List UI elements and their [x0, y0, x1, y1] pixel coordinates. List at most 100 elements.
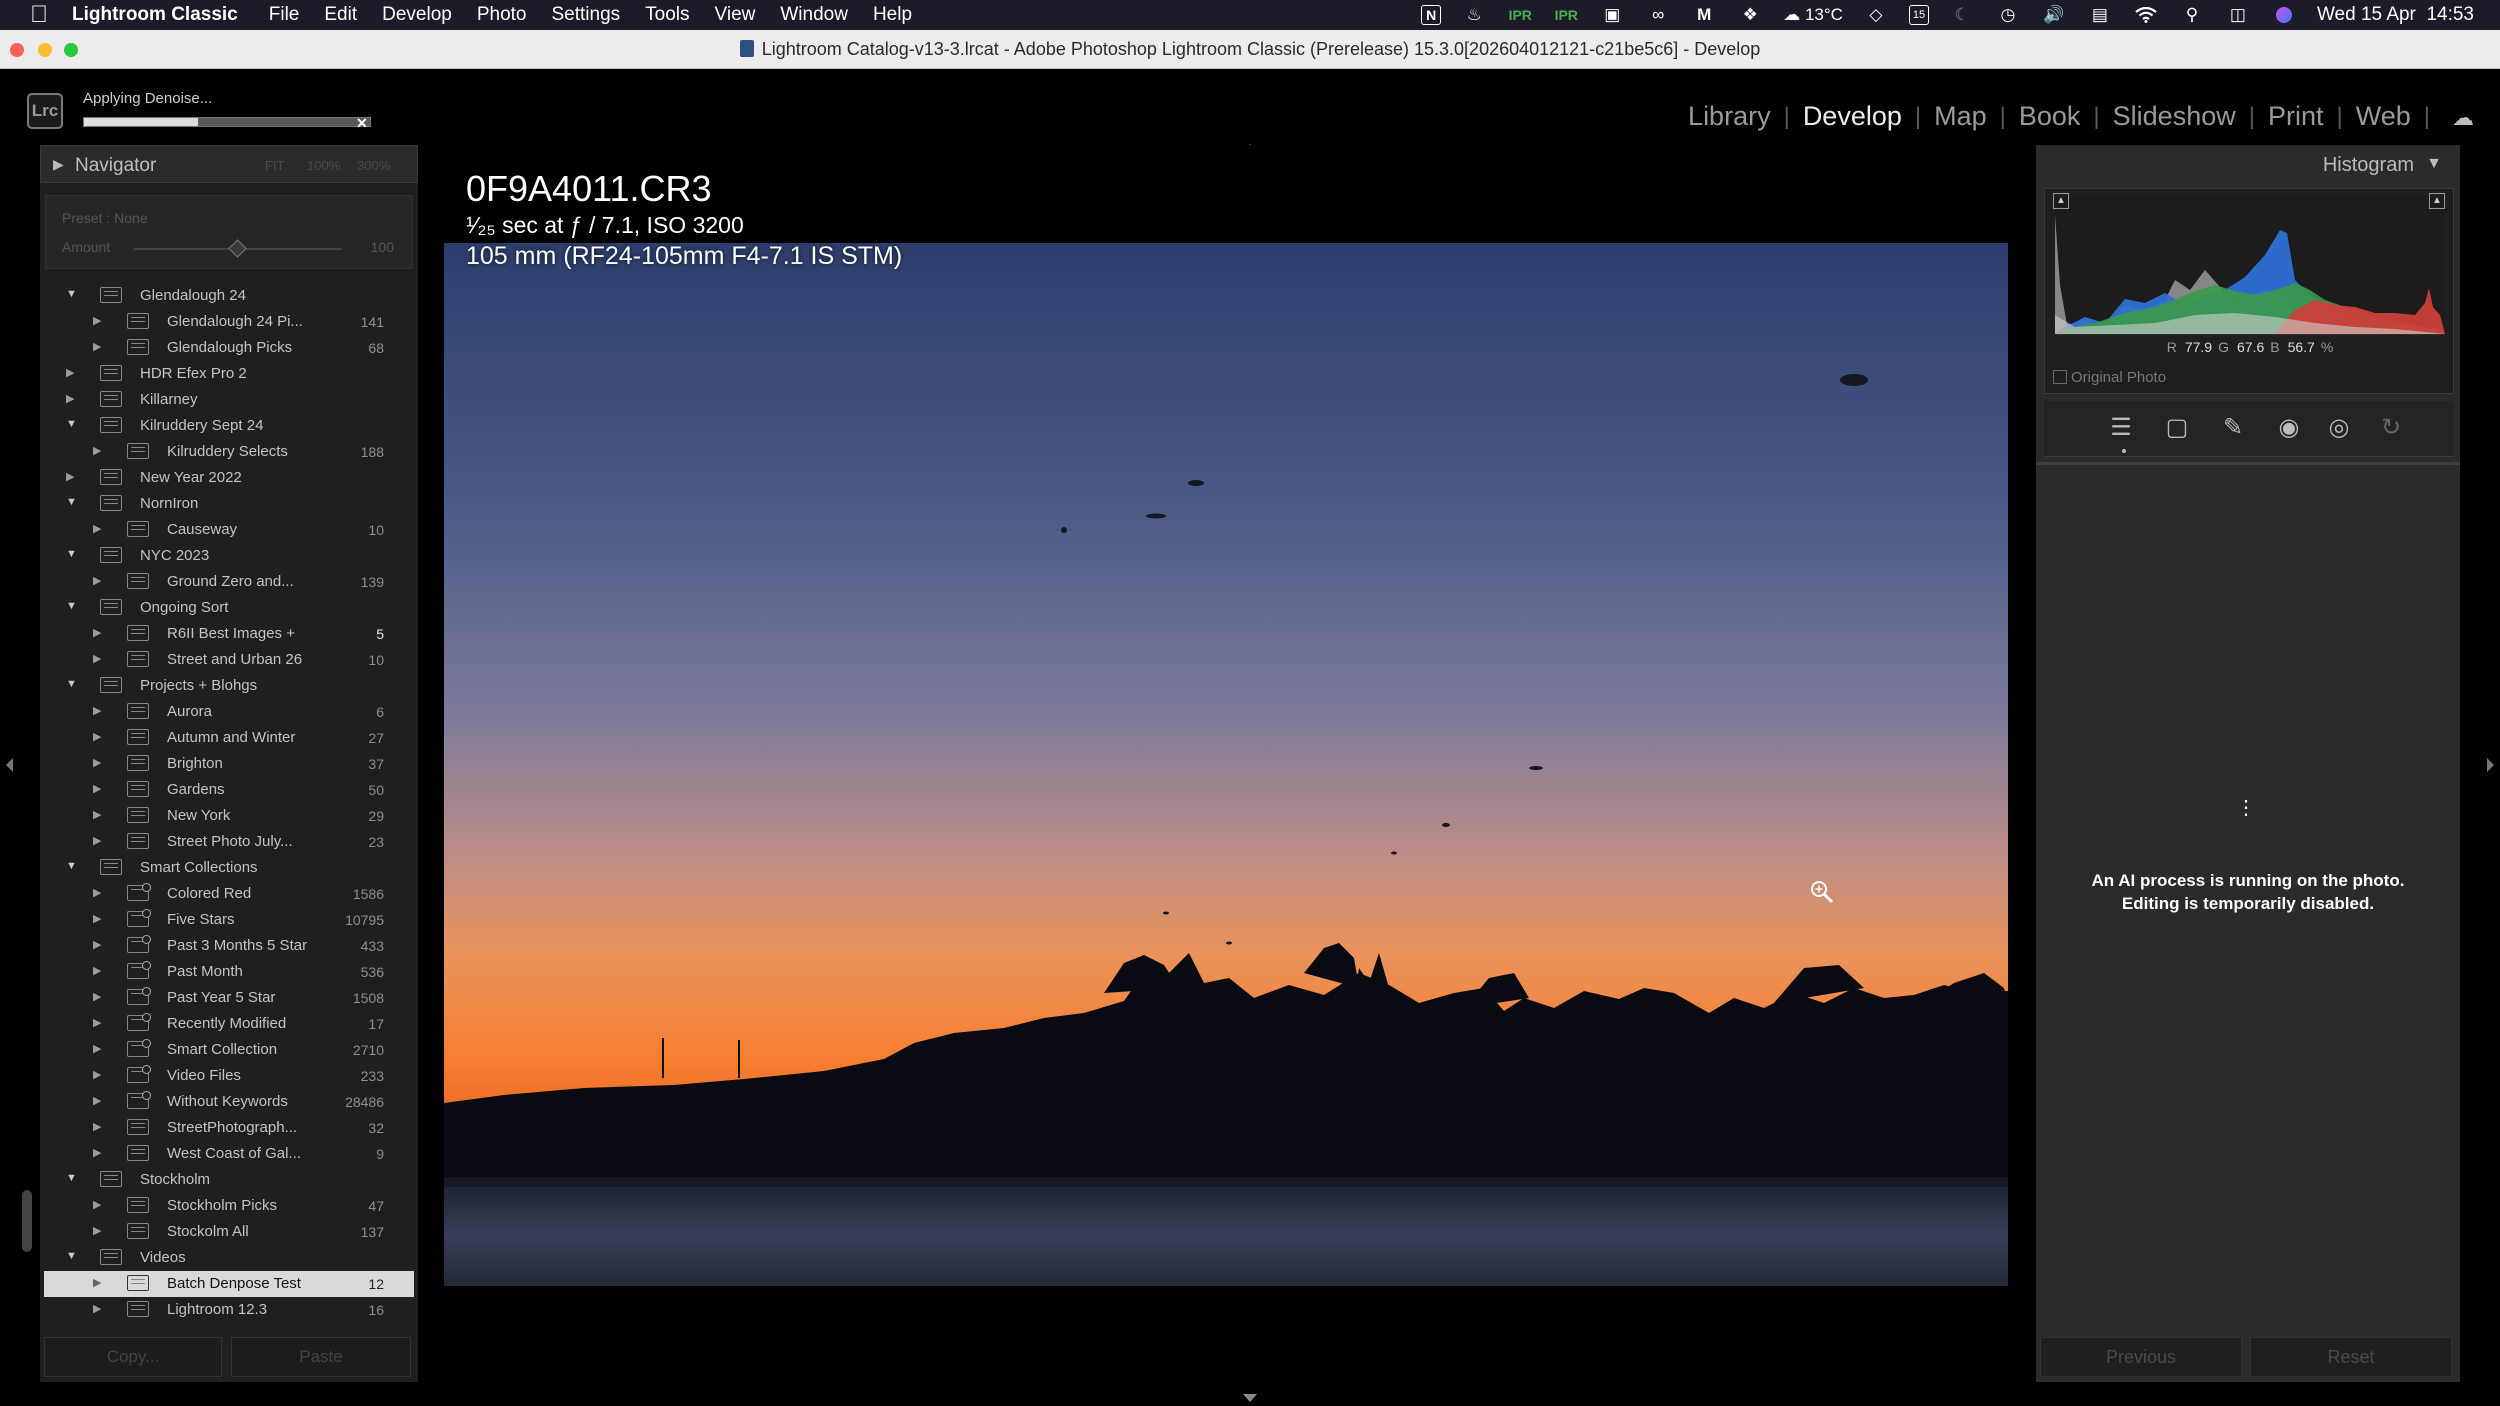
disclosure-open-icon[interactable]: ▼: [66, 418, 77, 430]
menu-tools[interactable]: Tools: [645, 4, 689, 26]
collection-row[interactable]: ▶ Video Files 233: [44, 1063, 414, 1089]
control-center-icon[interactable]: ◫: [2225, 4, 2251, 26]
collection-set-row[interactable]: ▶ Killarney: [44, 387, 414, 413]
collection-row[interactable]: ▶ Glendalough 24 Pi... 141: [44, 309, 414, 335]
collection-set-row[interactable]: ▼ Glendalough 24: [44, 283, 414, 309]
siri-icon[interactable]: [2271, 4, 2297, 26]
disclosure-closed-icon[interactable]: ▶: [93, 704, 101, 717]
crop-icon[interactable]: ▢: [2160, 413, 2194, 443]
disclosure-closed-icon[interactable]: ▶: [93, 1302, 101, 1315]
collection-row[interactable]: ▶ R6II Best Images + 5: [44, 621, 414, 647]
expand-triangle-icon[interactable]: ▶: [53, 156, 64, 173]
disclosure-closed-icon[interactable]: ▶: [93, 340, 101, 353]
adjust-icon[interactable]: ☰: [2104, 413, 2138, 443]
original-photo-checkbox[interactable]: [2053, 370, 2067, 384]
disclosure-closed-icon[interactable]: ▶: [93, 912, 101, 925]
disclosure-closed-icon[interactable]: ▶: [93, 1224, 101, 1237]
search-icon[interactable]: ⚲: [2179, 4, 2205, 26]
disclosure-open-icon[interactable]: ▼: [66, 860, 77, 872]
time-machine-icon[interactable]: ◷: [1995, 4, 2021, 26]
disclosure-open-icon[interactable]: ▼: [66, 678, 77, 690]
disclosure-open-icon[interactable]: ▼: [66, 600, 77, 612]
cloud-sync-icon[interactable]: ☁: [2452, 105, 2474, 131]
disclosure-closed-icon[interactable]: ▶: [93, 522, 101, 535]
collection-set-row[interactable]: ▶ HDR Efex Pro 2: [44, 361, 414, 387]
collection-row[interactable]: ▶ Without Keywords 28486: [44, 1089, 414, 1115]
photo-preview[interactable]: [444, 243, 2008, 1286]
disclosure-closed-icon[interactable]: ▶: [93, 964, 101, 977]
disclosure-closed-icon[interactable]: ▶: [93, 1276, 101, 1289]
menu-file[interactable]: File: [269, 4, 300, 26]
original-photo-toggle[interactable]: Original Photo: [2053, 369, 2166, 386]
disclosure-closed-icon[interactable]: ▶: [93, 886, 101, 899]
collapse-left-panel-icon[interactable]: [6, 758, 13, 772]
display-icon[interactable]: ▤: [2087, 4, 2113, 26]
collection-row[interactable]: ▶ Smart Collection 2710: [44, 1037, 414, 1063]
collection-row[interactable]: ▶ Glendalough Picks 68: [44, 335, 414, 361]
disclosure-closed-icon[interactable]: ▶: [93, 1016, 101, 1029]
zoom-fit[interactable]: FIT: [265, 158, 285, 173]
menu-photo[interactable]: Photo: [477, 4, 527, 26]
dropbox-icon[interactable]: ❖: [1737, 4, 1763, 26]
disclosure-closed-icon[interactable]: ▶: [93, 1120, 101, 1133]
collection-row[interactable]: ▶ Street Photo July... 23: [44, 829, 414, 855]
disclosure-closed-icon[interactable]: ▶: [93, 730, 101, 743]
collection-row[interactable]: ▶ Five Stars 10795: [44, 907, 414, 933]
zoom-300[interactable]: 300%: [357, 158, 390, 173]
collection-row[interactable]: ▶ Brighton 37: [44, 751, 414, 777]
disclosure-closed-icon[interactable]: ▶: [93, 834, 101, 847]
collection-set-row[interactable]: ▼ Projects + Blohgs: [44, 673, 414, 699]
module-print[interactable]: Print: [2255, 101, 2337, 132]
pr-icon[interactable]: IPR: [1507, 4, 1533, 26]
module-develop[interactable]: Develop: [1790, 101, 1915, 132]
histogram-header[interactable]: Histogram ▼: [2036, 145, 2460, 185]
disclosure-closed-icon[interactable]: ▶: [93, 1198, 101, 1211]
disclosure-open-icon[interactable]: ▼: [66, 1250, 77, 1262]
disclosure-closed-icon[interactable]: ▶: [93, 444, 101, 457]
amount-slider-knob[interactable]: [228, 239, 247, 258]
shadow-clip-indicator[interactable]: ▲: [2053, 193, 2069, 209]
disclosure-open-icon[interactable]: ▼: [66, 548, 77, 560]
module-web[interactable]: Web: [2343, 101, 2424, 132]
collection-row[interactable]: ▶ Recently Modified 17: [44, 1011, 414, 1037]
module-map[interactable]: Map: [1921, 101, 2000, 132]
disclosure-closed-icon[interactable]: ▶: [93, 1094, 101, 1107]
disclosure-closed-icon[interactable]: ▶: [93, 938, 101, 951]
notion-icon[interactable]: N: [1421, 5, 1442, 25]
disclosure-closed-icon[interactable]: ▶: [66, 366, 74, 379]
menu-window[interactable]: Window: [780, 4, 848, 26]
collection-row[interactable]: ▶ Past Year 5 Star 1508: [44, 985, 414, 1011]
collection-row[interactable]: ▶ StreetPhotograph... 32: [44, 1115, 414, 1141]
collection-row[interactable]: ▶ Stockholm Picks 47: [44, 1193, 414, 1219]
collection-set-row[interactable]: ▼ Stockholm: [44, 1167, 414, 1193]
collection-row[interactable]: ▶ Gardens 50: [44, 777, 414, 803]
collection-row[interactable]: ▶ Lightroom 12.3 16: [44, 1297, 414, 1323]
menu-develop[interactable]: Develop: [382, 4, 452, 26]
menu-view[interactable]: View: [715, 4, 756, 26]
disclosure-closed-icon[interactable]: ▶: [93, 574, 101, 587]
highlight-clip-indicator[interactable]: ▲: [2429, 193, 2445, 209]
menu-help[interactable]: Help: [873, 4, 912, 26]
masking-icon[interactable]: ◎: [2322, 413, 2356, 443]
navigator-header[interactable]: ▶ Navigator FIT 100% 300%: [40, 145, 418, 183]
calendar-icon[interactable]: 15: [1908, 5, 1929, 25]
disclosure-closed-icon[interactable]: ▶: [93, 626, 101, 639]
disclosure-closed-icon[interactable]: ▶: [93, 1146, 101, 1159]
collection-row[interactable]: ▶ Street and Urban 26 10: [44, 647, 414, 673]
previous-button[interactable]: Previous: [2040, 1337, 2242, 1377]
collection-set-row[interactable]: ▼ Kilruddery Sept 24: [44, 413, 414, 439]
left-panel-scrollbar[interactable]: [22, 1190, 32, 1252]
collection-set-row[interactable]: ▼ NYC 2023: [44, 543, 414, 569]
collection-set-row[interactable]: ▼ Smart Collections: [44, 855, 414, 881]
healing-icon[interactable]: ✎: [2216, 413, 2250, 443]
copy-button[interactable]: Copy...: [44, 1337, 222, 1377]
pr-icon-2[interactable]: IPR: [1553, 4, 1579, 26]
reset-icon[interactable]: ↻: [2374, 413, 2408, 443]
module-book[interactable]: Book: [2006, 101, 2094, 132]
collection-row[interactable]: ▶ Colored Red 1586: [44, 881, 414, 907]
cancel-progress-button[interactable]: ✕: [356, 115, 368, 132]
creative-cloud-icon[interactable]: ∞: [1645, 4, 1671, 26]
zoom-100[interactable]: 100%: [307, 158, 340, 173]
collection-row[interactable]: ▶ New York 29: [44, 803, 414, 829]
collection-row[interactable]: ▶ Kilruddery Selects 188: [44, 439, 414, 465]
